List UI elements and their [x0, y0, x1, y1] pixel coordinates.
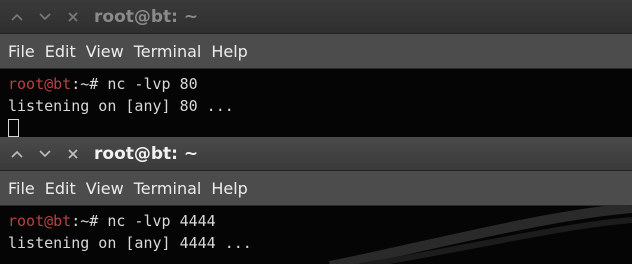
prompt-user: root@bt [8, 75, 72, 93]
prompt-user: root@bt [8, 212, 72, 230]
title-bar[interactable]: root@bt: ~ [0, 0, 632, 34]
chevron-up-icon[interactable] [6, 6, 28, 28]
menu-terminal[interactable]: Terminal [134, 42, 202, 61]
command-text: :~# nc -lvp 80 [71, 75, 198, 93]
chevron-up-icon[interactable] [6, 143, 28, 165]
terminal-window-1: root@bt: ~ File Edit View Terminal Help … [0, 0, 632, 137]
terminal-line: listening on [any] 4444 ... [8, 234, 252, 252]
text-cursor [8, 119, 19, 137]
close-icon[interactable] [62, 143, 84, 165]
terminal-line: root@bt:~# nc -lvp 80 [8, 73, 624, 95]
menu-bar: File Edit View Terminal Help [0, 34, 632, 69]
title-bar[interactable]: root@bt: ~ [0, 137, 632, 171]
menu-help[interactable]: Help [211, 42, 247, 61]
menu-bar: File Edit View Terminal Help [0, 171, 632, 206]
menu-view[interactable]: View [86, 179, 124, 198]
terminal-output[interactable]: root@bt:~# nc -lvp 80 listening on [any]… [0, 69, 632, 137]
menu-view[interactable]: View [86, 42, 124, 61]
menu-terminal[interactable]: Terminal [134, 179, 202, 198]
menu-file[interactable]: File [8, 179, 35, 198]
menu-help[interactable]: Help [211, 179, 247, 198]
chevron-down-icon[interactable] [34, 143, 56, 165]
menu-edit[interactable]: Edit [45, 179, 76, 198]
window-title: root@bt: ~ [94, 143, 199, 164]
window-title: root@bt: ~ [94, 6, 199, 27]
terminal-window-2: root@bt: ~ File Edit View Terminal Help … [0, 137, 632, 264]
terminal-line: listening on [any] 80 ... [8, 97, 234, 115]
terminal-output[interactable]: root@bt:~# nc -lvp 4444 listening on [an… [0, 206, 632, 264]
close-icon[interactable] [62, 6, 84, 28]
menu-file[interactable]: File [8, 42, 35, 61]
menu-edit[interactable]: Edit [45, 42, 76, 61]
chevron-down-icon[interactable] [34, 6, 56, 28]
terminal-line: root@bt:~# nc -lvp 4444 [8, 210, 624, 232]
command-text: :~# nc -lvp 4444 [71, 212, 216, 230]
